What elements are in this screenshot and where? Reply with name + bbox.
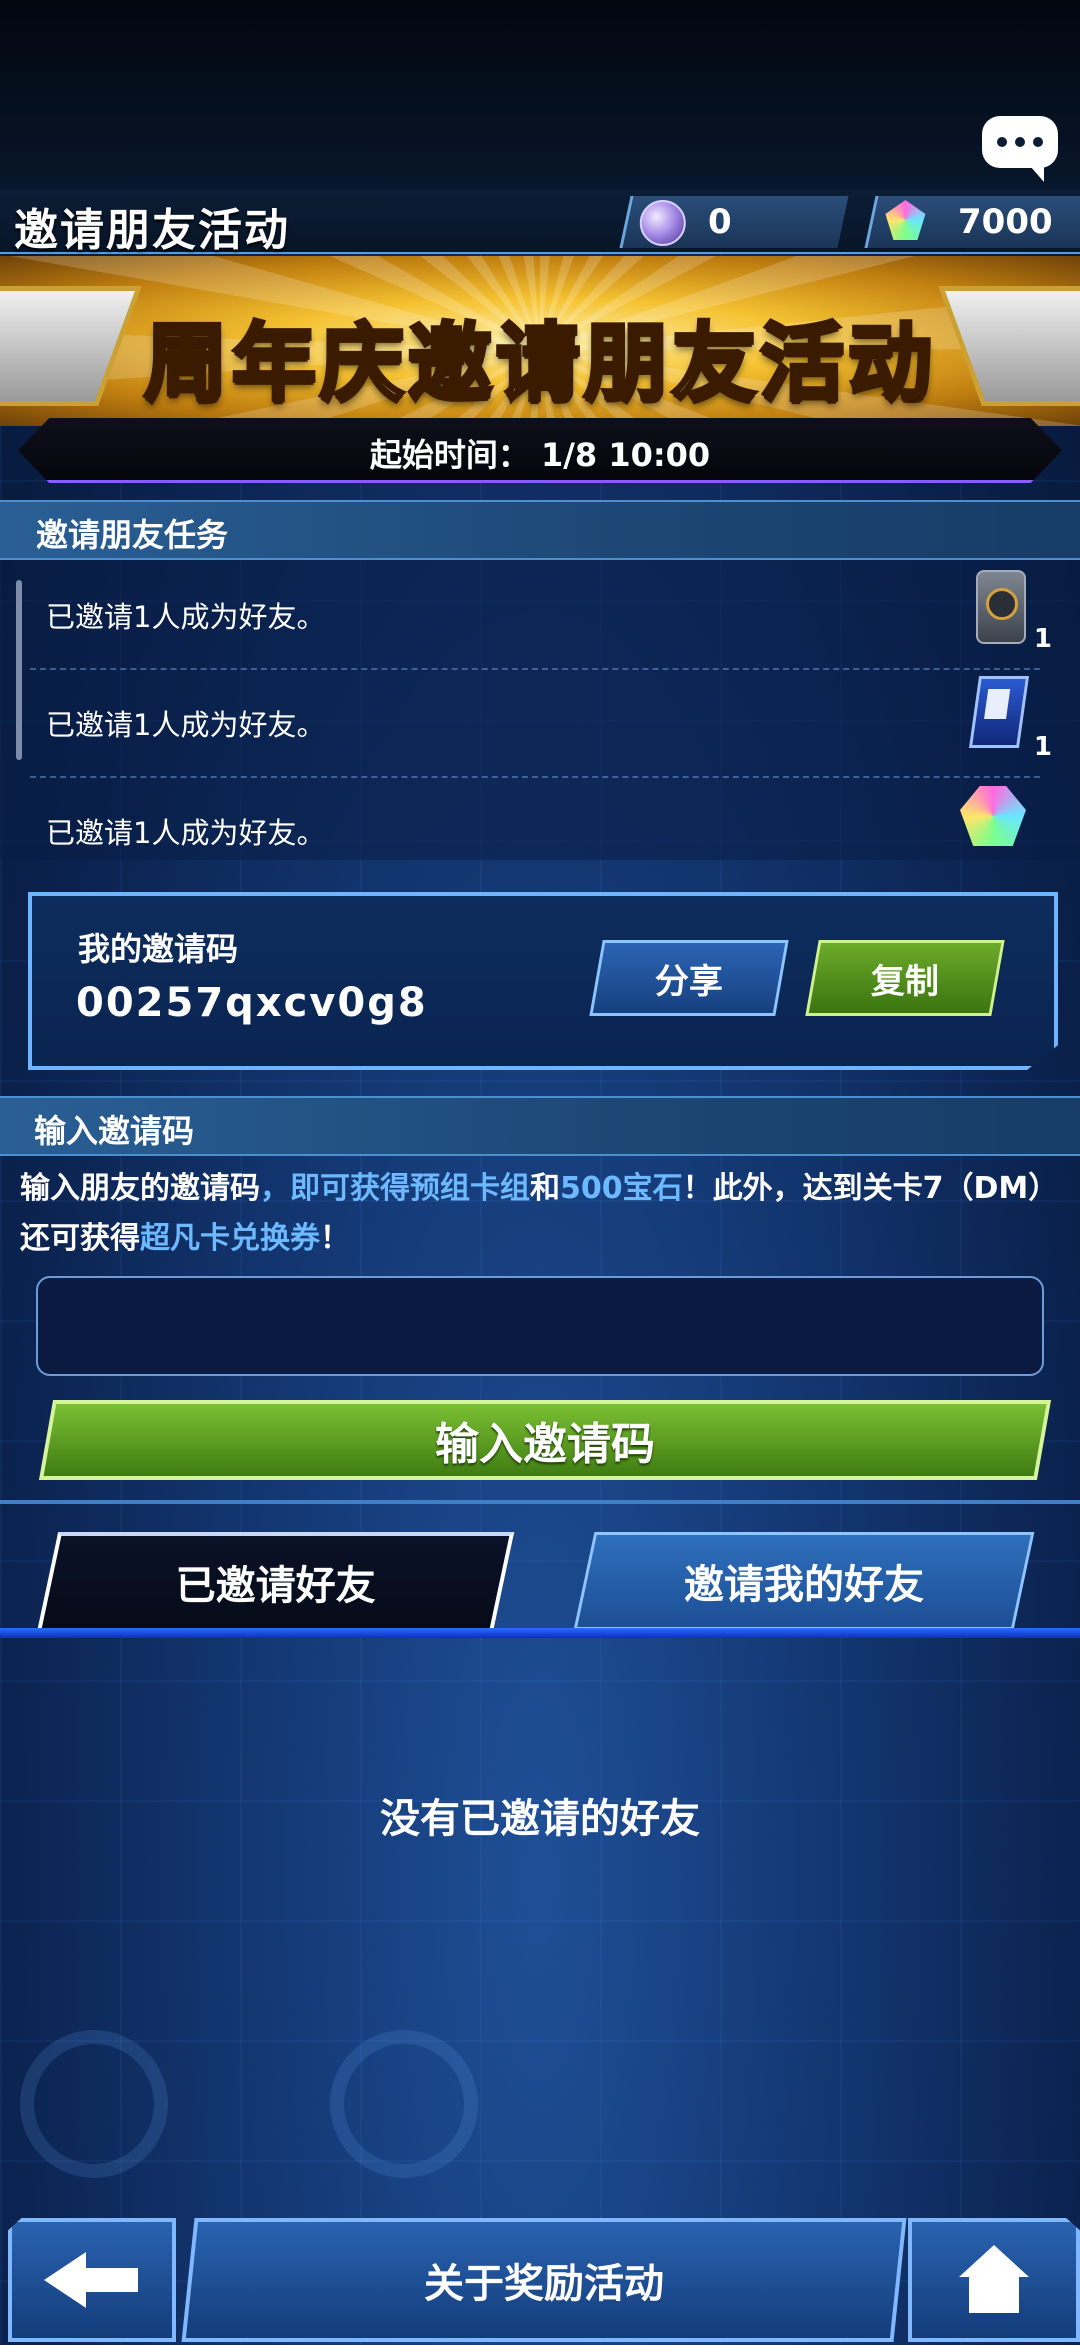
task-row: 已邀请1人成为好友。 1 bbox=[30, 668, 1052, 778]
background-gear bbox=[330, 2030, 478, 2178]
enter-code-description: 输入朋友的邀请码，即可获得预组卡组和500宝石！此外，达到关卡7（DM）还可获得… bbox=[20, 1164, 1060, 1264]
background-gear bbox=[20, 2030, 168, 2178]
tab-friends-who-invited-me-label: 邀请我的好友 bbox=[684, 1562, 924, 1608]
enter-code-button-label: 输入邀请码 bbox=[435, 1419, 655, 1470]
my-code-label: 我的邀请码 bbox=[78, 930, 239, 968]
desc-text: 和 bbox=[530, 1171, 560, 1206]
orb-icon bbox=[639, 200, 686, 246]
desc-text: ！ bbox=[320, 1221, 350, 1256]
copy-button[interactable]: 复制 bbox=[805, 940, 1005, 1016]
enter-code-section-title: 输入邀请码 bbox=[34, 1112, 195, 1150]
tab-invited-friends[interactable]: 已邀请好友 bbox=[37, 1532, 515, 1628]
banner-title: 周年庆邀请朋友活动 bbox=[142, 312, 936, 414]
card-tin-icon[interactable] bbox=[976, 570, 1026, 644]
chat-icon[interactable] bbox=[982, 116, 1058, 182]
empty-list-message: 没有已邀请的好友 bbox=[380, 1796, 700, 1842]
page-title: 邀请朋友活动 bbox=[14, 205, 290, 256]
home-icon bbox=[959, 2245, 1029, 2315]
tasks-section-title: 邀请朋友任务 bbox=[36, 516, 229, 554]
share-label: 分享 bbox=[655, 961, 723, 1002]
back-button[interactable] bbox=[8, 2218, 176, 2342]
invite-code-input[interactable] bbox=[36, 1276, 1044, 1376]
task-row: 已邀请1人成为好友。 bbox=[30, 776, 1040, 860]
share-button[interactable]: 分享 bbox=[589, 940, 789, 1016]
home-button[interactable] bbox=[908, 2218, 1080, 2342]
task-row: 已邀请1人成为好友。 1 bbox=[30, 560, 1052, 670]
tasks-section-header: 邀请朋友任务 bbox=[0, 500, 1080, 560]
tab-friends-who-invited-me[interactable]: 邀请我的好友 bbox=[573, 1532, 1035, 1630]
start-time: 起始时间： 1/8 10:00 bbox=[369, 436, 711, 474]
orb-currency: 0 bbox=[619, 196, 849, 248]
task-text: 已邀请1人成为好友。 bbox=[46, 708, 326, 742]
tab-invited-friends-label: 已邀请好友 bbox=[175, 1563, 376, 1609]
gem-currency: 7000 bbox=[864, 196, 1080, 248]
desc-text: 输入朋友的邀请码 bbox=[20, 1171, 260, 1206]
orb-value: 0 bbox=[708, 202, 732, 242]
tab-underline bbox=[0, 1628, 1080, 1638]
about-rewards-button[interactable]: 关于奖励活动 bbox=[181, 2218, 907, 2342]
enter-code-section-header: 输入邀请码 bbox=[0, 1096, 1080, 1156]
enter-code-button[interactable]: 输入邀请码 bbox=[38, 1400, 1052, 1480]
tab-divider bbox=[0, 1500, 1080, 1504]
about-rewards-label: 关于奖励活动 bbox=[424, 2261, 664, 2307]
copy-label: 复制 bbox=[871, 961, 939, 1002]
task-scrollbar[interactable] bbox=[16, 580, 22, 760]
gem-icon[interactable] bbox=[960, 786, 1026, 846]
desc-highlight: ，即可获得预组卡组 bbox=[260, 1171, 530, 1206]
back-arrow-icon bbox=[44, 2252, 140, 2308]
task-list[interactable]: 已邀请1人成为好友。 1 已邀请1人成为好友。 1 已邀请1人成为好友。 bbox=[0, 560, 1080, 860]
reward-qty: 1 bbox=[1033, 624, 1052, 654]
my-code-value: 00257qxcv0g8 bbox=[76, 980, 428, 1026]
desc-highlight: 超凡卡兑换券 bbox=[140, 1221, 320, 1256]
gem-value: 7000 bbox=[958, 202, 1053, 242]
task-text: 已邀请1人成为好友。 bbox=[46, 600, 326, 634]
task-text: 已邀请1人成为好友。 bbox=[46, 816, 326, 850]
event-banner: 周年庆邀请朋友活动 bbox=[0, 256, 1080, 426]
card-ticket-icon[interactable] bbox=[968, 676, 1030, 748]
gem-icon bbox=[885, 200, 925, 240]
reward-qty: 1 bbox=[1033, 732, 1052, 762]
desc-highlight: 500宝石 bbox=[560, 1171, 683, 1206]
